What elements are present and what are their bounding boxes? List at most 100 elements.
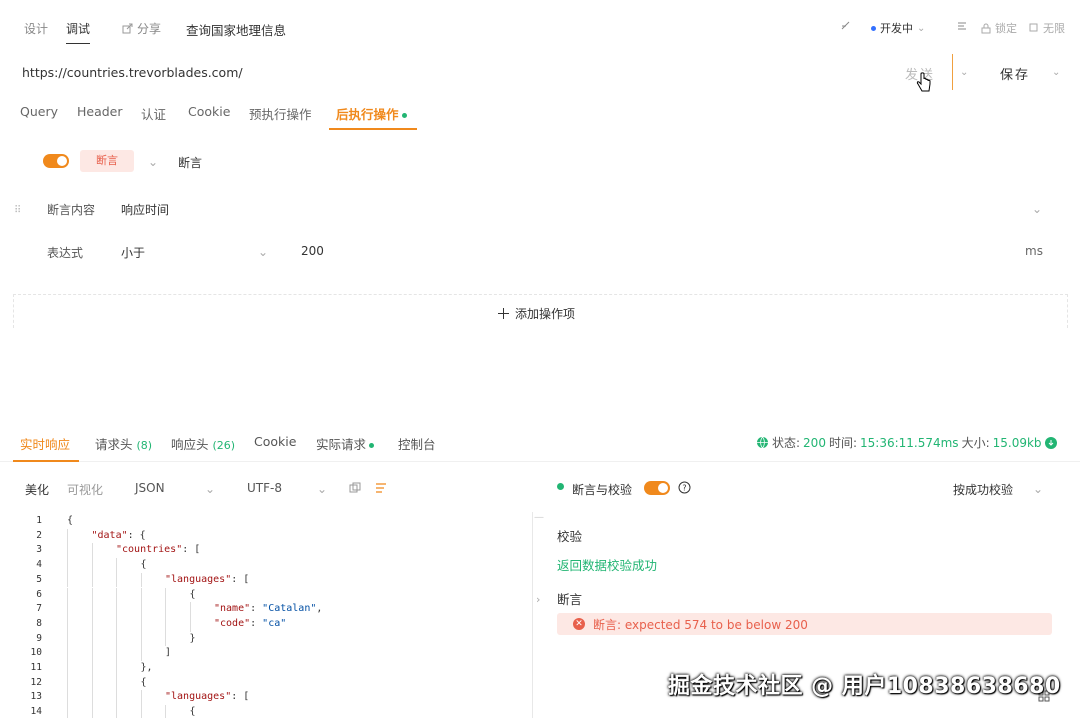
tab-actual-request[interactable]: 实际请求	[316, 434, 375, 453]
assert-title: 断言	[557, 592, 583, 607]
expr-select[interactable]: 小于	[121, 244, 145, 261]
line-number: 11	[30, 662, 42, 673]
line-number: 9	[36, 632, 42, 644]
indent-guide	[91, 587, 93, 603]
line-number: 7	[36, 603, 42, 615]
encoding-select[interactable]: UTF-8	[247, 481, 282, 495]
time-value: 15:36:11.574ms	[860, 435, 959, 450]
tab-request-headers-label: 请求头	[95, 437, 133, 452]
indent-guide	[140, 705, 142, 718]
tab-query[interactable]: Query	[20, 104, 58, 119]
drag-handle-icon[interactable]: ⠿	[14, 206, 21, 216]
indent-guide	[140, 690, 142, 706]
globe-icon	[757, 436, 768, 449]
indent-guide	[91, 690, 93, 706]
panel-splitter[interactable]	[532, 512, 533, 718]
status-value: 200	[803, 435, 826, 450]
fullscreen-button[interactable]: 无限	[1029, 20, 1065, 36]
collapse-chevron-icon[interactable]: ⌄	[148, 155, 158, 169]
content-dropdown-icon[interactable]: ⌄	[1032, 202, 1042, 216]
indent-guide	[140, 572, 142, 588]
tab-post-script[interactable]: 后执行操作	[336, 104, 407, 123]
tab-actual-request-label: 实际请求	[316, 437, 367, 452]
content-select[interactable]: 响应时间	[121, 201, 169, 218]
tab-console[interactable]: 控制台	[398, 434, 436, 453]
tab-header[interactable]: Header	[77, 104, 123, 119]
threshold-input[interactable]: 200	[301, 244, 324, 258]
filter-dropdown-icon[interactable]: ⌄	[1033, 482, 1043, 496]
assert-validate-toggle[interactable]	[644, 481, 670, 495]
env-selector[interactable]: 开发中 ⌄	[871, 20, 925, 36]
indent-guide	[189, 602, 191, 617]
filter-select[interactable]: 按成功校验	[953, 481, 1013, 498]
tab-debug[interactable]: 调试	[66, 20, 91, 44]
code-line: "countries": [	[116, 544, 201, 556]
content-label: 断言内容	[47, 203, 96, 217]
indent-guide	[91, 616, 93, 632]
assert-validate-label: 断言与校验	[572, 483, 633, 497]
indent-guide	[91, 558, 93, 573]
collapse-panel-chevron-icon[interactable]: ›	[536, 593, 540, 606]
indent-guide	[116, 705, 117, 718]
add-item-button[interactable]: 添加操作项	[498, 305, 575, 322]
validation-title: 校验	[557, 529, 583, 544]
line-number: 10	[30, 647, 42, 659]
lock-icon	[981, 23, 991, 33]
download-icon[interactable]	[1044, 436, 1057, 449]
indent-guide	[67, 616, 68, 632]
expr-label: 表达式	[47, 246, 84, 260]
sync-icon[interactable]	[956, 20, 968, 32]
tab-auth[interactable]: 认证	[141, 104, 166, 123]
watermark: 掘金技术社区 @ 用户10838638680	[668, 674, 1061, 699]
indent-guide	[165, 616, 166, 632]
help-icon[interactable]: ?	[678, 481, 691, 494]
tab-cookie[interactable]: Cookie	[188, 104, 230, 119]
copy-icon[interactable]	[349, 482, 361, 494]
wrap-lines-icon[interactable]	[375, 482, 387, 494]
lock-button[interactable]: 锁定	[981, 20, 1017, 36]
tab-response-cookie[interactable]: Cookie	[254, 434, 296, 449]
code-line: },	[140, 662, 153, 673]
response-json-viewer[interactable]: 1 {2 "data": {3 "countries": [4 {5 "languages…	[0, 512, 530, 718]
indent-guide	[67, 572, 68, 588]
tab-realtime-response[interactable]: 实时响应	[20, 434, 70, 453]
send-options-chevron-icon[interactable]: ⌄	[960, 67, 968, 78]
code-line: {	[140, 676, 147, 688]
indent-guide	[116, 690, 117, 706]
code-line: }	[189, 632, 196, 644]
unit-label: ms	[1025, 244, 1043, 258]
plus-icon	[498, 308, 509, 319]
code-line: {	[140, 559, 147, 571]
save-options-chevron-icon[interactable]: ⌄	[1052, 67, 1060, 78]
time-label: 时间:	[828, 436, 857, 450]
code-line: {	[67, 515, 74, 526]
tab-design[interactable]: 设计	[24, 20, 48, 37]
error-icon: ✕	[573, 618, 585, 630]
tab-pre-script[interactable]: 预执行操作	[249, 104, 312, 123]
tab-request-headers[interactable]: 请求头 (8)	[95, 434, 152, 453]
indent-guide	[91, 572, 93, 588]
chevron-down-icon: ⌄	[917, 22, 926, 34]
line-number: 14	[30, 706, 42, 718]
response-status: 状态: 200 时间: 15:36:11.574ms 大小: 15.09kb	[756, 434, 1057, 451]
indent-guide	[67, 528, 68, 544]
assertion-name[interactable]: 断言	[178, 154, 202, 171]
tab-response-headers[interactable]: 响应头 (26)	[171, 434, 235, 453]
url-input[interactable]: https://countries.trevorblades.com/	[22, 65, 243, 80]
save-button[interactable]: 保存	[1000, 64, 1030, 83]
send-divider	[952, 54, 953, 90]
assertion-toggle[interactable]	[43, 154, 69, 168]
format-select[interactable]: JSON	[135, 481, 165, 495]
visual-tab[interactable]: 可视化	[67, 481, 103, 498]
share-button[interactable]: 分享	[122, 20, 161, 37]
env-dot-icon	[871, 25, 876, 31]
beautify-tab[interactable]: 美化	[25, 481, 49, 498]
format-dropdown-icon[interactable]: ⌄	[205, 482, 215, 496]
tabs-divider	[0, 461, 1080, 462]
expr-dropdown-icon[interactable]: ⌄	[258, 245, 268, 259]
indent-guide	[189, 616, 191, 632]
copy-icon	[1029, 23, 1038, 32]
edit-icon[interactable]	[840, 20, 852, 32]
encoding-dropdown-icon[interactable]: ⌄	[317, 482, 327, 496]
indent-guide	[140, 646, 142, 661]
